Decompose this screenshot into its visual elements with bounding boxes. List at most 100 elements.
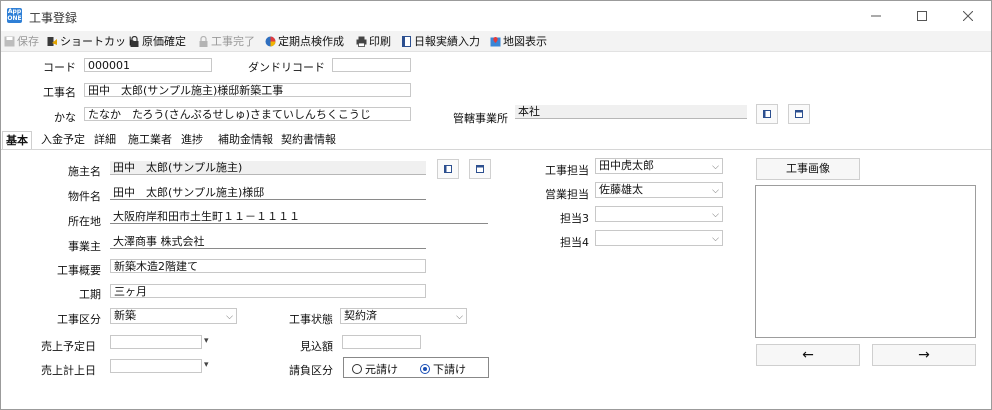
toolbar-cost-confirm-label: 原価確定: [142, 35, 186, 48]
toolbar-inspection-button[interactable]: 定期点検作成: [265, 33, 344, 49]
dandori-code-field[interactable]: [332, 58, 411, 72]
toolbar-complete-label: 工事完了: [211, 35, 255, 48]
map-icon: [490, 36, 501, 46]
dandori-code-label: ダンドリコード: [248, 61, 325, 74]
construction-name-field[interactable]: 田中 太郎(サンプル施主)様邸新築工事: [84, 83, 411, 97]
close-button[interactable]: [945, 1, 991, 31]
sales-post-calendar-dropdown[interactable]: ▾: [204, 360, 209, 370]
tab-basic[interactable]: 基本: [2, 131, 32, 150]
tab-payment-schedule[interactable]: 入金予定: [41, 131, 85, 149]
sales-staff-select[interactable]: 佐藤雄太 ⌵: [595, 182, 723, 198]
staff3-select[interactable]: ⌵: [595, 206, 723, 222]
app-window: App ONE 工事登録 保存 ショートカット 原価確定 工事完了 定期点検作成…: [0, 0, 992, 410]
toolbar: 保存 ショートカット 原価確定 工事完了 定期点検作成 印刷 日報実績入力 地図…: [1, 31, 991, 52]
contract-radio-sub-label: 下請け: [433, 363, 466, 376]
property-field[interactable]: 田中 太郎(サンプル施主)様邸: [110, 186, 426, 200]
tab-contract[interactable]: 契約書情報: [281, 131, 336, 149]
toolbar-daily-report-label: 日報実績入力: [414, 35, 480, 48]
contract-radio-sub[interactable]: 下請け: [420, 361, 466, 377]
tab-subsidy[interactable]: 補助金情報: [218, 131, 273, 149]
owner-label: 施主名: [68, 165, 101, 178]
toolbar-shortcut-button[interactable]: ショートカット: [47, 33, 137, 49]
minimize-icon: [871, 15, 881, 17]
lock-icon: [199, 35, 208, 47]
owner-field: 田中 太郎(サンプル施主): [110, 161, 426, 175]
shortcut-icon: [47, 36, 57, 46]
sales-plan-field[interactable]: [110, 335, 202, 349]
inspection-icon: [265, 36, 276, 46]
status-value: 契約済: [344, 309, 377, 322]
construction-image-area: [755, 185, 976, 338]
save-icon: [4, 36, 15, 46]
close-icon: [963, 11, 973, 21]
window-title: 工事登録: [29, 11, 78, 25]
toolbar-daily-report-button[interactable]: 日報実績入力: [401, 33, 480, 49]
maximize-button[interactable]: [899, 1, 945, 31]
estimate-field[interactable]: [342, 335, 421, 349]
contract-type-group: 元請け 下請け: [343, 357, 489, 378]
construction-staff-select[interactable]: 田中虎太郎 ⌵: [595, 158, 723, 174]
window-icon: [795, 110, 803, 118]
address-field[interactable]: 大阪府岸和田市土生町１１－１１１１: [110, 210, 488, 224]
chevron-down-icon: ⌵: [226, 312, 233, 322]
code-field[interactable]: 000001: [84, 58, 212, 72]
toolbar-complete-button[interactable]: 工事完了: [198, 33, 255, 49]
toolbar-print-button[interactable]: 印刷: [356, 33, 391, 49]
chevron-down-icon: ⌵: [712, 210, 719, 220]
contract-type-label: 請負区分: [289, 364, 333, 377]
period-field[interactable]: 三ヶ月: [110, 284, 426, 298]
window-icon: [476, 165, 484, 173]
construction-image-button[interactable]: 工事画像: [756, 158, 860, 180]
category-select[interactable]: 新築 ⌵: [110, 308, 237, 324]
category-label: 工事区分: [57, 313, 101, 326]
sales-post-field[interactable]: [110, 359, 202, 373]
chevron-down-icon: ⌵: [712, 234, 719, 244]
construction-name-label: 工事名: [43, 86, 76, 99]
office-search-button[interactable]: [756, 104, 778, 124]
owner-open-button[interactable]: [469, 159, 491, 179]
staff4-select[interactable]: ⌵: [595, 230, 723, 246]
book-icon: [444, 165, 452, 173]
kana-label: かな: [54, 111, 76, 124]
sales-staff-value: 佐藤雄太: [599, 183, 643, 196]
book-icon: [763, 110, 771, 118]
client-label: 事業主: [68, 240, 101, 253]
office-open-button[interactable]: [788, 104, 810, 124]
lock-icon: [130, 35, 139, 47]
tab-progress[interactable]: 進捗: [181, 131, 203, 149]
owner-search-button[interactable]: [437, 159, 459, 179]
image-prev-button[interactable]: ←: [756, 344, 860, 366]
maximize-icon: [917, 11, 927, 21]
toolbar-cost-confirm-button[interactable]: 原価確定: [129, 33, 186, 49]
chevron-down-icon: ⌵: [712, 162, 719, 172]
sales-plan-calendar-dropdown[interactable]: ▾: [204, 336, 209, 346]
tab-divider: [1, 149, 991, 150]
sales-plan-label: 売上予定日: [41, 340, 96, 353]
toolbar-print-label: 印刷: [369, 35, 391, 48]
tab-contractors[interactable]: 施工業者: [128, 131, 172, 149]
toolbar-save-button[interactable]: 保存: [4, 33, 39, 49]
tab-details[interactable]: 詳細: [94, 131, 116, 149]
book-icon: [402, 35, 411, 47]
title-bar: App ONE 工事登録: [1, 1, 991, 31]
staff4-label: 担当4: [560, 236, 589, 249]
toolbar-map-label: 地図表示: [503, 35, 547, 48]
category-value: 新築: [114, 309, 136, 322]
status-label: 工事状態: [289, 313, 333, 326]
radio-icon: [352, 364, 362, 374]
app-logo-icon: App ONE: [7, 8, 22, 23]
contract-radio-prime[interactable]: 元請け: [352, 361, 398, 377]
minimize-button[interactable]: [853, 1, 899, 31]
summary-label: 工事概要: [57, 264, 101, 277]
sales-post-label: 売上計上日: [41, 364, 96, 377]
toolbar-map-button[interactable]: 地図表示: [490, 33, 547, 49]
contract-radio-prime-label: 元請け: [365, 363, 398, 376]
client-field[interactable]: 大澤商事 株式会社: [110, 235, 426, 249]
summary-field[interactable]: 新築木造2階建て: [110, 259, 426, 273]
toolbar-inspection-label: 定期点検作成: [278, 35, 344, 48]
status-select[interactable]: 契約済 ⌵: [340, 308, 467, 324]
image-next-button[interactable]: →: [872, 344, 976, 366]
construction-staff-value: 田中虎太郎: [599, 159, 654, 172]
radio-selected-icon: [420, 364, 430, 374]
kana-field[interactable]: たなか たろう(さんぷるせしゅ)さまていしんちくこうじ: [84, 107, 411, 121]
